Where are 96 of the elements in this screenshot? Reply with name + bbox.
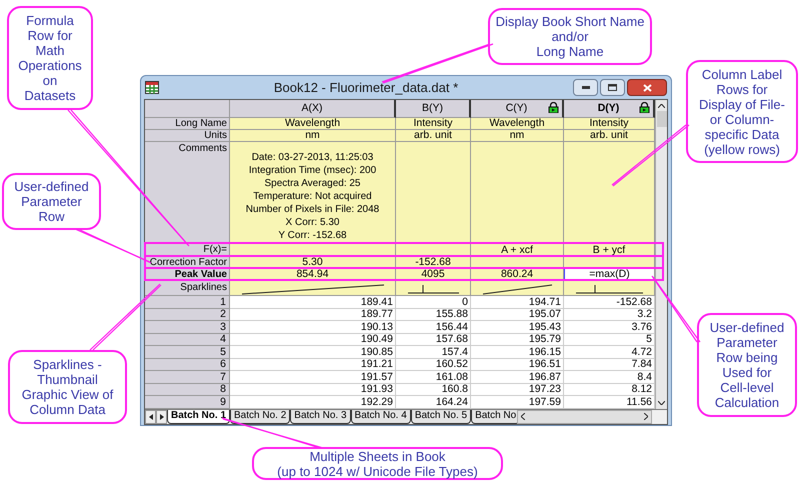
worksheet-icon <box>145 81 159 94</box>
label-cell: nm <box>471 130 564 142</box>
callout: Sparklines - Thumbnail Graphic View of Column Data <box>8 350 127 424</box>
left-arrow-icon <box>148 414 152 420</box>
scroll-up-icon[interactable] <box>658 104 665 108</box>
row-label[interactable]: Long Name <box>145 118 230 130</box>
table-cell: 190.49 <box>230 334 396 346</box>
scroll-left-icon[interactable] <box>521 413 525 420</box>
table-cell: 194.71 <box>471 296 564 308</box>
table-cell: 195.43 <box>471 321 564 334</box>
table-cell: 11.56 <box>564 396 655 408</box>
table-cell: 195.07 <box>471 308 564 321</box>
callout: User-defined Parameter Row being Used for Cell-level Calculation <box>697 313 797 417</box>
scroll-right-icon[interactable] <box>644 413 648 420</box>
sheet-tab[interactable]: Batch No. 5 <box>410 410 472 424</box>
close-icon <box>642 84 652 92</box>
table-cell: 192.29 <box>230 396 396 408</box>
table-cell: 189.77 <box>230 308 396 321</box>
label-cell: Wavelength <box>230 118 396 130</box>
callout: Display Book Short Name and/or Long Name <box>488 8 652 65</box>
label-cell: arb. unit <box>396 130 471 142</box>
label-cell: nm <box>230 130 396 142</box>
scroll-thumb[interactable] <box>656 111 666 127</box>
table-cell: 0 <box>396 296 471 308</box>
callout: User-defined Parameter Row <box>2 173 101 230</box>
row-number[interactable]: 3 <box>145 321 230 334</box>
label-cell: Wavelength <box>471 118 564 130</box>
label-cell: arb. unit <box>564 130 655 142</box>
vertical-scrollbar[interactable] <box>655 100 667 408</box>
row-label[interactable]: Comments <box>145 142 230 244</box>
table-cell: 164.24 <box>396 396 471 408</box>
table-cell: 161.08 <box>396 371 471 384</box>
horizontal-scrollbar[interactable] <box>517 410 652 424</box>
table-cell: 191.21 <box>230 358 396 371</box>
window-title: Book12 - Fluorimeter_data.dat * <box>272 78 460 97</box>
table-cell: 196.51 <box>471 358 564 371</box>
table-cell: -152.68 <box>564 296 655 308</box>
row-number[interactable]: 1 <box>145 296 230 308</box>
column-header[interactable]: C(Y) <box>471 100 564 118</box>
scroll-down-icon[interactable] <box>658 400 665 404</box>
column-header[interactable]: A(X) <box>230 100 396 118</box>
sheet-tab[interactable]: Batch No. 3 <box>290 410 351 424</box>
table-cell: 8.4 <box>564 371 655 384</box>
table-cell: 8.12 <box>564 384 655 396</box>
next-sheet-button[interactable] <box>156 410 167 424</box>
table-cell: 196.87 <box>471 371 564 384</box>
row-number[interactable]: 2 <box>145 308 230 321</box>
table-cell: 157.4 <box>396 346 471 358</box>
table-cell: 190.13 <box>230 321 396 334</box>
row-number[interactable]: 4 <box>145 334 230 346</box>
row-number[interactable]: 5 <box>145 346 230 358</box>
label-cell: Intensity <box>564 118 655 130</box>
label-cell: Intensity <box>396 118 471 130</box>
column-header[interactable]: B(Y) <box>396 100 471 118</box>
table-cell: 7.84 <box>564 358 655 371</box>
leader-line <box>90 284 162 350</box>
previous-sheet-button[interactable] <box>145 410 156 424</box>
row-label[interactable]: Sparklines <box>145 281 230 296</box>
row-number[interactable]: 7 <box>145 371 230 384</box>
sheet-tab[interactable]: Batch No. 4 <box>350 410 411 424</box>
leader-line <box>652 276 700 342</box>
comment-cell: Date: 03-27-2013, 11:25:03 Integration Time (msec): 200 Spectra Averaged: 25 Temperature: Not acquired Number of Pixels in File: 2048 X Corr: 5.30 Y Corr: -152.68 <box>230 142 396 244</box>
table-cell: 3.2 <box>564 308 655 321</box>
table-cell: 5 <box>564 334 655 346</box>
maximize-icon <box>608 84 617 91</box>
table-cell: 196.15 <box>471 346 564 358</box>
table-cell: 156.44 <box>396 321 471 334</box>
callout: Multiple Sheets in Book (up to 1024 w/ Unicode File Types) <box>252 447 503 480</box>
minimize-icon <box>582 86 590 89</box>
table-cell: 197.23 <box>471 384 564 396</box>
callout: Column Label Rows for Display of File- or Column- specific Data (yellow rows) <box>686 60 798 163</box>
corner-cell[interactable] <box>145 100 230 118</box>
table-cell: 190.85 <box>230 346 396 358</box>
table-cell: 157.68 <box>396 334 471 346</box>
table-cell: 197.59 <box>471 396 564 408</box>
row-number[interactable]: 6 <box>145 358 230 371</box>
close-button[interactable] <box>627 79 667 96</box>
column-header[interactable]: D(Y) <box>564 100 655 118</box>
minimize-button[interactable] <box>573 79 598 96</box>
table-cell: 191.93 <box>230 384 396 396</box>
sheet-tab[interactable]: Batch No. 2 <box>230 410 290 424</box>
table-cell: 160.52 <box>396 358 471 371</box>
table-cell: 189.41 <box>230 296 396 308</box>
sheet-tab[interactable]: Batch No. 1 <box>167 410 230 424</box>
callout: Formula Row for Math Operations on Datasets <box>7 6 93 110</box>
table-cell: 195.79 <box>471 334 564 346</box>
row-number[interactable]: 8 <box>145 384 230 396</box>
table-cell: 155.88 <box>396 308 471 321</box>
row-label[interactable]: Units <box>145 130 230 142</box>
right-arrow-icon <box>160 414 164 420</box>
maximize-button[interactable] <box>600 79 625 96</box>
table-cell: 160.8 <box>396 384 471 396</box>
table-cell: 4.72 <box>564 346 655 358</box>
row-number[interactable]: 9 <box>145 396 230 408</box>
table-cell: 3.76 <box>564 321 655 334</box>
table-cell: 191.57 <box>230 371 396 384</box>
